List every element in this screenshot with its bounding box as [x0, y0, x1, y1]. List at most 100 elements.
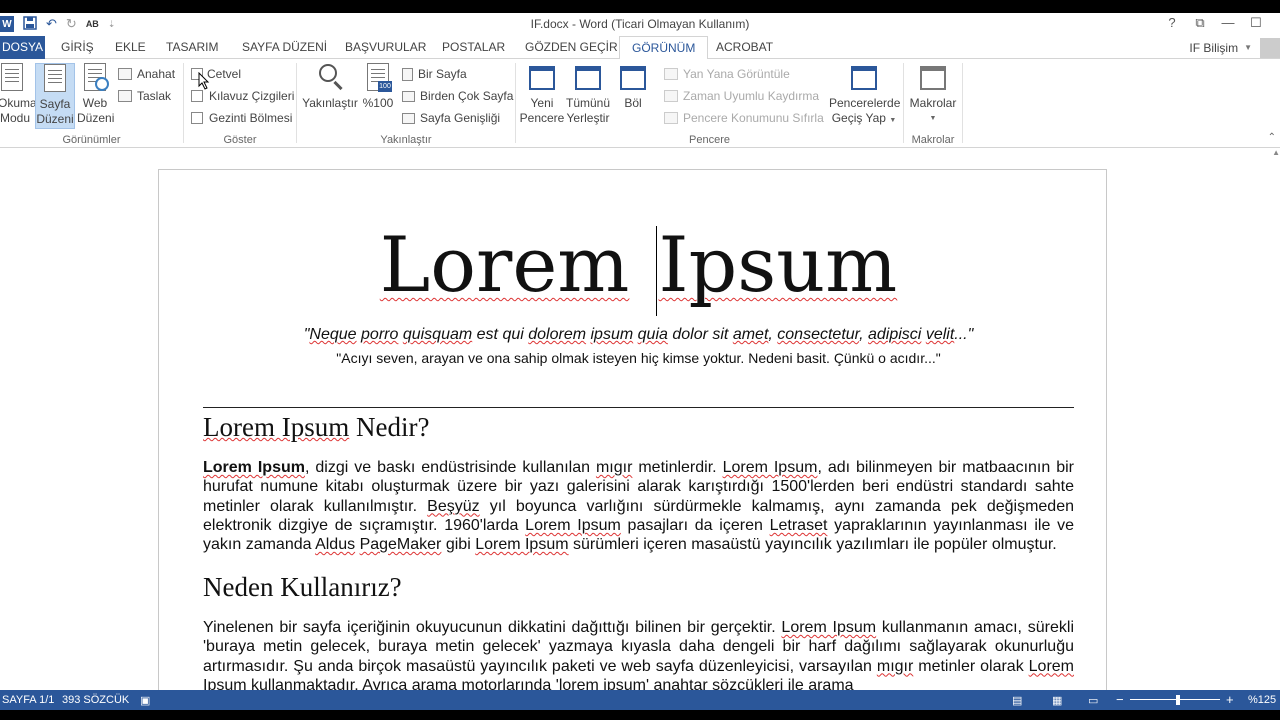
sync-scroll-icon	[664, 90, 678, 102]
group-show-label: Göster	[223, 134, 257, 146]
mouse-cursor-icon	[198, 72, 210, 90]
web-layout-label: Web	[82, 96, 108, 110]
ruler-label: Cetvel	[207, 67, 242, 81]
scroll-up-icon[interactable]: ▲	[1272, 148, 1280, 157]
sync-scroll-button[interactable]: Zaman Uyumlu Kaydırma	[664, 87, 819, 105]
proofing-icon[interactable]: ▣	[140, 694, 150, 707]
sync-scroll-label: Zaman Uyumlu Kaydırma	[683, 89, 820, 103]
account-name: IF Bilişim	[1189, 40, 1239, 55]
draft-label: Taslak	[137, 89, 172, 103]
outline-button[interactable]: Anahat	[118, 65, 175, 83]
word-count[interactable]: 393 SÖZCÜK	[62, 694, 129, 706]
group-window: Yeni Pencere Tümünü Yerleştir Böl Yan Ya…	[516, 59, 903, 148]
arrange-all-button[interactable]: Tümünü Yerleştir	[565, 63, 611, 126]
page-width-button[interactable]: Sayfa Genişliği	[402, 109, 500, 127]
outline-icon	[118, 68, 132, 80]
zoom-out-button[interactable]: −	[1116, 692, 1124, 707]
latin-quote: "Neque porro quisquam est qui dolorem ip…	[303, 326, 974, 343]
print-layout-label-2: Düzeni	[36, 112, 74, 126]
split-button[interactable]: Böl	[618, 63, 648, 111]
multiple-pages-button[interactable]: Birden Çok Sayfa	[402, 87, 513, 105]
tab-page-layout[interactable]: SAYFA DÜZENİ	[242, 36, 327, 59]
read-mode-view-icon[interactable]: ▤	[1012, 694, 1022, 707]
zoom-label: Yakınlaştır	[302, 96, 358, 110]
page-count[interactable]: SAYFA 1/1	[2, 694, 54, 706]
tab-home[interactable]: GİRİŞ	[61, 36, 94, 59]
tab-design[interactable]: TASARIM	[166, 36, 218, 59]
group-zoom-label: Yakınlaştır	[380, 134, 432, 146]
page-width-icon	[402, 112, 415, 124]
web-layout-label-2: Düzeni	[77, 111, 115, 125]
web-layout-view-icon[interactable]: ▭	[1088, 694, 1098, 707]
switch-windows-label: Pencerelerde	[829, 96, 901, 110]
chevron-down-icon: ▼	[929, 115, 937, 122]
gridlines-check[interactable]	[191, 90, 203, 102]
print-layout-label: Sayfa	[39, 97, 71, 111]
zoom-slider[interactable]	[1130, 699, 1220, 700]
help-icon[interactable]: ?	[1158, 15, 1186, 31]
ribbon-display-icon[interactable]: ⧉	[1186, 15, 1214, 31]
vertical-scrollbar[interactable]: ▲	[1272, 148, 1280, 690]
section-heading-1: Lorem Ipsum Nedir?	[203, 412, 430, 442]
group-macros-label: Makrolar	[911, 134, 955, 146]
one-page-icon	[402, 67, 413, 81]
document-page[interactable]: Lorem Ipsum "Neque porro quisquam est qu…	[158, 169, 1107, 709]
zoom-in-button[interactable]: +	[1226, 692, 1234, 707]
horizontal-rule	[203, 407, 1074, 408]
print-layout-button[interactable]: Sayfa Düzeni	[35, 63, 75, 129]
side-by-side-button[interactable]: Yan Yana Görüntüle	[664, 65, 790, 83]
zoom-level[interactable]: %125	[1248, 694, 1276, 706]
ribbon-tabs: DOSYA GİRİŞ EKLE TASARIM SAYFA DÜZENİ BA…	[0, 36, 1280, 60]
arrange-all-icon	[575, 66, 601, 90]
read-mode-button[interactable]: Okuma Modu	[0, 63, 37, 126]
macros-button[interactable]: Makrolar ▼	[907, 63, 959, 126]
account-menu[interactable]: IF Bilişim ▼	[1189, 36, 1280, 59]
read-mode-label: Okuma	[0, 96, 37, 110]
reset-window-position-button[interactable]: Pencere Konumunu Sıfırla	[664, 109, 824, 127]
zoom-100-button[interactable]: 100 %100	[361, 63, 395, 111]
document-workspace: ▲ Lorem Ipsum "Neque porro quisquam est …	[0, 148, 1280, 709]
collapse-ribbon-icon[interactable]: ⌃	[1268, 132, 1276, 143]
switch-windows-icon	[851, 66, 877, 90]
navigation-pane-checkbox[interactable]: Gezinti Bölmesi	[191, 109, 292, 127]
navigation-pane-check[interactable]	[191, 112, 203, 124]
reset-window-position-icon	[664, 112, 678, 124]
split-icon	[620, 66, 646, 90]
read-mode-label-2: Modu	[0, 111, 31, 125]
read-mode-icon	[1, 63, 23, 91]
reset-window-position-label: Pencere Konumunu Sıfırla	[683, 111, 824, 125]
print-layout-view-icon[interactable]: ▦	[1052, 694, 1062, 707]
one-page-label: Bir Sayfa	[418, 67, 467, 81]
minimize-icon[interactable]: —	[1214, 15, 1242, 31]
draft-button[interactable]: Taslak	[118, 87, 171, 105]
tab-mailings[interactable]: POSTALAR	[442, 36, 505, 59]
chevron-down-icon: ▼	[889, 117, 897, 124]
tab-acrobat[interactable]: ACROBAT	[716, 36, 773, 59]
document-heading: Lorem Ipsum	[203, 220, 1074, 316]
new-window-button[interactable]: Yeni Pencere	[519, 63, 565, 126]
group-views: Okuma Modu Sayfa Düzeni Web Düzeni Anaha…	[0, 59, 183, 148]
new-window-label-2: Pencere	[519, 111, 565, 125]
arrange-all-label-2: Yerleştir	[566, 111, 610, 125]
tab-insert[interactable]: EKLE	[115, 36, 146, 59]
zoom-slider-thumb[interactable]	[1176, 695, 1180, 705]
switch-windows-button[interactable]: Pencerelerde Geçiş Yap ▼	[829, 63, 901, 128]
outline-label: Anahat	[137, 67, 176, 81]
tab-view[interactable]: GÖRÜNÜM	[619, 36, 709, 60]
one-page-button[interactable]: Bir Sayfa	[402, 65, 467, 83]
window-controls: ? ⧉ — ☐	[1158, 15, 1270, 31]
zoom-button[interactable]: Yakınlaştır	[302, 63, 358, 111]
group-views-label: Görünümler	[62, 134, 121, 146]
web-layout-button[interactable]: Web Düzeni	[77, 63, 115, 126]
group-show: Cetvel Kılavuz Çizgileri Gezinti Bölmesi…	[184, 59, 296, 148]
tab-references[interactable]: BAŞVURULAR	[345, 36, 426, 59]
page-width-label: Sayfa Genişliği	[420, 111, 501, 125]
multiple-pages-label: Birden Çok Sayfa	[420, 89, 514, 103]
tab-review[interactable]: GÖZDEN GEÇİR	[525, 36, 618, 59]
new-window-icon	[529, 66, 555, 90]
side-by-side-icon	[664, 68, 678, 80]
paragraph-1: Lorem Ipsum, dizgi ve baskı endüstrisind…	[203, 459, 1074, 554]
draft-icon	[118, 90, 132, 102]
maximize-icon[interactable]: ☐	[1242, 15, 1270, 31]
tab-file[interactable]: DOSYA	[0, 36, 45, 59]
